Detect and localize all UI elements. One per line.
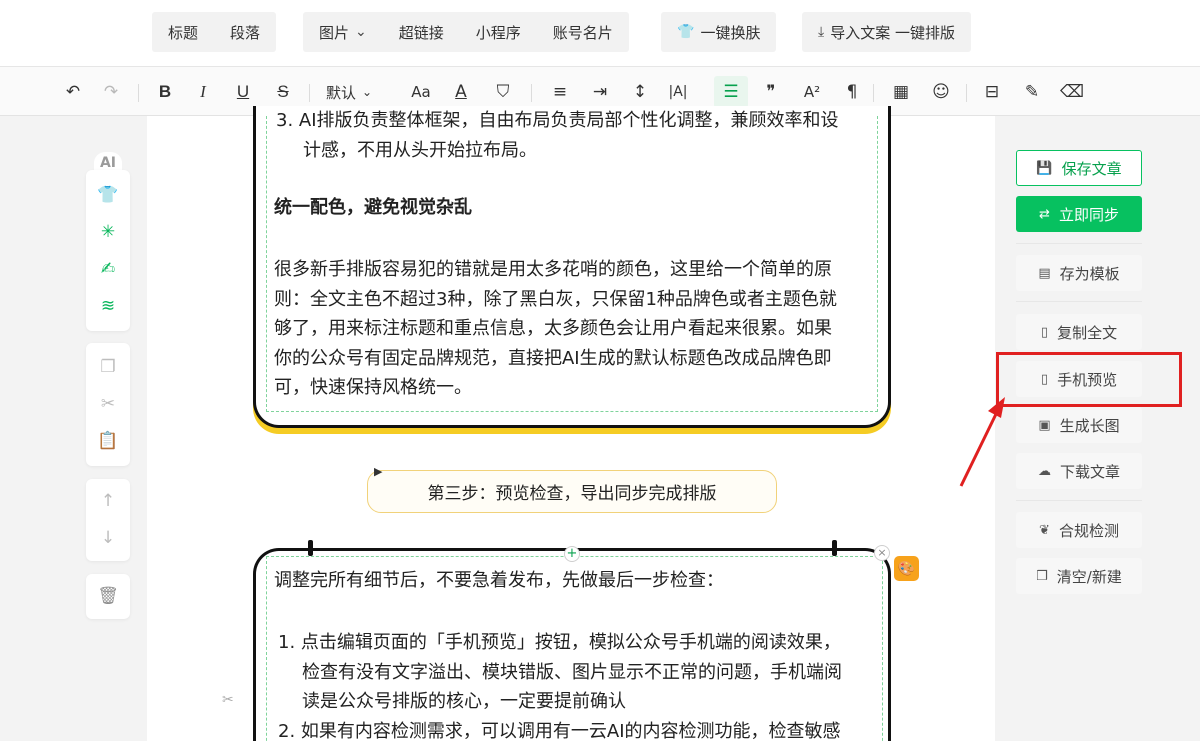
annotation-arrow (959, 397, 1005, 487)
